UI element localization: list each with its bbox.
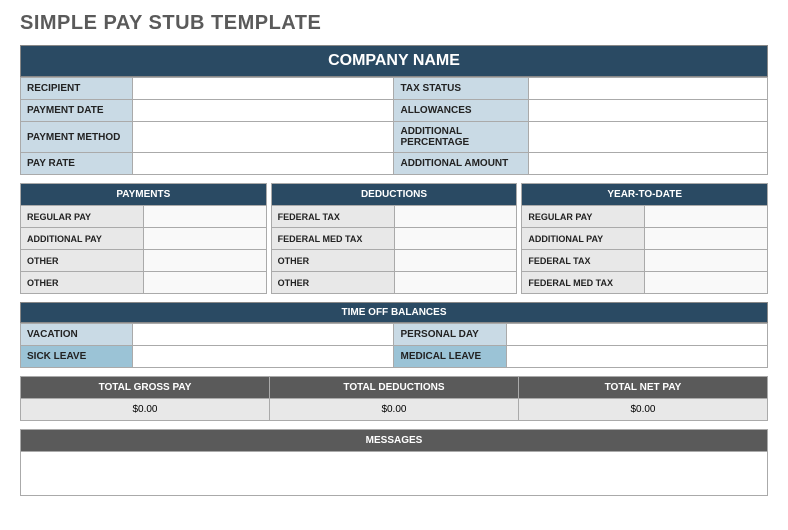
ytd-regular-pay-label: REGULAR PAY	[522, 206, 645, 228]
deductions-other1-label: OTHER	[271, 250, 394, 272]
payments-other1-value[interactable]	[143, 250, 266, 272]
federal-tax-label: FEDERAL TAX	[271, 206, 394, 228]
vacation-value[interactable]	[133, 324, 394, 346]
personal-day-label: PERSONAL DAY	[394, 324, 506, 346]
recipient-label: RECIPIENT	[21, 78, 133, 100]
time-off-header: TIME OFF BALANCES	[20, 302, 768, 323]
ytd-header: YEAR-TO-DATE	[522, 184, 768, 206]
deductions-other2-label: OTHER	[271, 272, 394, 294]
company-info-section: COMPANY NAME RECIPIENT TAX STATUS PAYMEN…	[20, 45, 768, 175]
federal-tax-value[interactable]	[394, 206, 517, 228]
additional-pay-label: ADDITIONAL PAY	[21, 228, 144, 250]
additional-percentage-value[interactable]	[528, 122, 767, 153]
medical-leave-label: MEDICAL LEAVE	[394, 346, 506, 368]
messages-section: MESSAGES	[20, 429, 768, 496]
sick-leave-label: SICK LEAVE	[21, 346, 133, 368]
payment-date-value[interactable]	[133, 100, 394, 122]
tax-status-label: TAX STATUS	[394, 78, 528, 100]
pay-rate-value[interactable]	[133, 153, 394, 175]
info-table: RECIPIENT TAX STATUS PAYMENT DATE ALLOWA…	[20, 77, 768, 175]
messages-header: MESSAGES	[21, 430, 768, 452]
payment-method-label: PAYMENT METHOD	[21, 122, 133, 153]
three-column-section: PAYMENTS REGULAR PAY ADDITIONAL PAY OTHE…	[20, 183, 768, 294]
ytd-federal-med-tax-label: FEDERAL MED TAX	[522, 272, 645, 294]
deductions-other1-value[interactable]	[394, 250, 517, 272]
deductions-header: DEDUCTIONS	[271, 184, 517, 206]
ytd-additional-pay-value[interactable]	[645, 228, 768, 250]
company-name-header: COMPANY NAME	[20, 45, 768, 77]
payments-other2-label: OTHER	[21, 272, 144, 294]
federal-med-tax-label: FEDERAL MED TAX	[271, 228, 394, 250]
page-title: SIMPLE PAY STUB TEMPLATE	[20, 12, 768, 35]
messages-body[interactable]	[21, 452, 768, 496]
ytd-federal-tax-label: FEDERAL TAX	[522, 250, 645, 272]
regular-pay-label: REGULAR PAY	[21, 206, 144, 228]
totals-table: TOTAL GROSS PAY TOTAL DEDUCTIONS TOTAL N…	[20, 376, 768, 421]
pay-rate-label: PAY RATE	[21, 153, 133, 175]
additional-percentage-label: ADDITIONAL PERCENTAGE	[394, 122, 528, 153]
medical-leave-value[interactable]	[506, 346, 767, 368]
ytd-regular-pay-value[interactable]	[645, 206, 768, 228]
total-deductions-value: $0.00	[269, 399, 518, 421]
allowances-label: ALLOWANCES	[394, 100, 528, 122]
payment-method-value[interactable]	[133, 122, 394, 153]
deductions-table: DEDUCTIONS FEDERAL TAX FEDERAL MED TAX O…	[271, 183, 518, 294]
ytd-additional-pay-label: ADDITIONAL PAY	[522, 228, 645, 250]
messages-table: MESSAGES	[20, 429, 768, 496]
time-off-table: VACATION PERSONAL DAY SICK LEAVE MEDICAL…	[20, 323, 768, 368]
payments-header: PAYMENTS	[21, 184, 267, 206]
sick-leave-value[interactable]	[133, 346, 394, 368]
totals-section: TOTAL GROSS PAY TOTAL DEDUCTIONS TOTAL N…	[20, 376, 768, 421]
deductions-other2-value[interactable]	[394, 272, 517, 294]
payments-other2-value[interactable]	[143, 272, 266, 294]
allowances-value[interactable]	[528, 100, 767, 122]
ytd-federal-med-tax-value[interactable]	[645, 272, 768, 294]
total-deductions-label: TOTAL DEDUCTIONS	[269, 377, 518, 399]
ytd-federal-tax-value[interactable]	[645, 250, 768, 272]
payment-date-label: PAYMENT DATE	[21, 100, 133, 122]
time-off-section: TIME OFF BALANCES VACATION PERSONAL DAY …	[20, 302, 768, 368]
tax-status-value[interactable]	[528, 78, 767, 100]
vacation-label: VACATION	[21, 324, 133, 346]
regular-pay-value[interactable]	[143, 206, 266, 228]
payments-table: PAYMENTS REGULAR PAY ADDITIONAL PAY OTHE…	[20, 183, 267, 294]
federal-med-tax-value[interactable]	[394, 228, 517, 250]
ytd-table: YEAR-TO-DATE REGULAR PAY ADDITIONAL PAY …	[521, 183, 768, 294]
personal-day-value[interactable]	[506, 324, 767, 346]
additional-pay-value[interactable]	[143, 228, 266, 250]
total-gross-label: TOTAL GROSS PAY	[21, 377, 270, 399]
payments-other1-label: OTHER	[21, 250, 144, 272]
total-net-label: TOTAL NET PAY	[518, 377, 767, 399]
additional-amount-value[interactable]	[528, 153, 767, 175]
recipient-value[interactable]	[133, 78, 394, 100]
additional-amount-label: ADDITIONAL AMOUNT	[394, 153, 528, 175]
total-gross-value: $0.00	[21, 399, 270, 421]
total-net-value: $0.00	[518, 399, 767, 421]
